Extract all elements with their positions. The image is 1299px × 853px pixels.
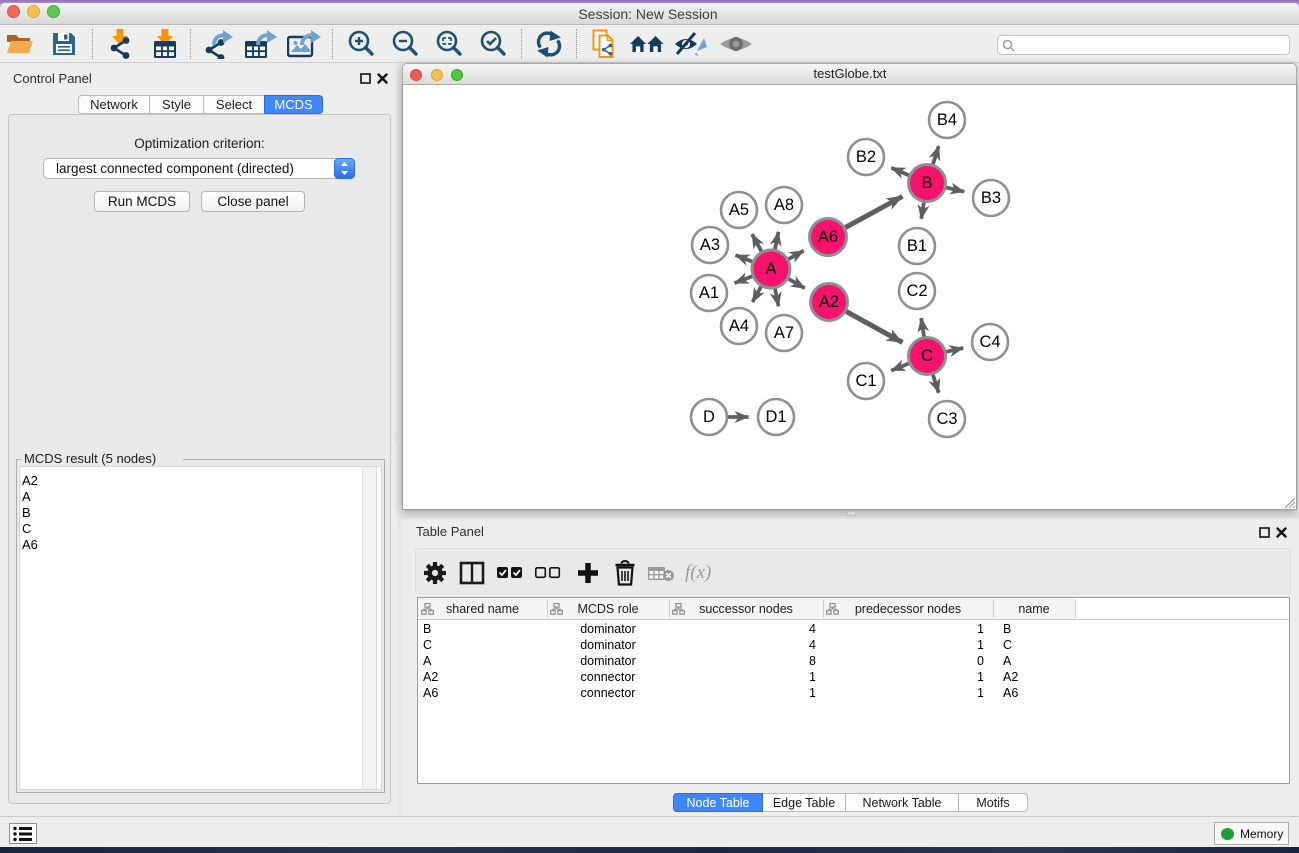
svg-text:A8: A8	[774, 196, 794, 214]
svg-text:C: C	[921, 347, 933, 365]
svg-text:A4: A4	[729, 317, 749, 335]
svg-text:C3: C3	[936, 410, 957, 428]
svg-text:A6: A6	[818, 228, 838, 246]
svg-text:A3: A3	[700, 236, 720, 254]
svg-text:D: D	[703, 408, 715, 426]
svg-text:A2: A2	[819, 293, 839, 311]
svg-text:C2: C2	[906, 282, 927, 300]
svg-text:C1: C1	[855, 372, 876, 390]
svg-text:A: A	[765, 260, 776, 278]
svg-text:B4: B4	[937, 111, 957, 129]
svg-text:C4: C4	[979, 333, 1000, 351]
svg-text:D1: D1	[765, 408, 786, 426]
svg-text:B2: B2	[856, 148, 876, 166]
svg-text:A5: A5	[729, 201, 749, 219]
svg-text:B1: B1	[907, 237, 927, 255]
svg-text:B3: B3	[981, 189, 1001, 207]
svg-text:A1: A1	[699, 284, 719, 302]
svg-text:B: B	[921, 174, 932, 192]
svg-text:A7: A7	[774, 324, 794, 342]
